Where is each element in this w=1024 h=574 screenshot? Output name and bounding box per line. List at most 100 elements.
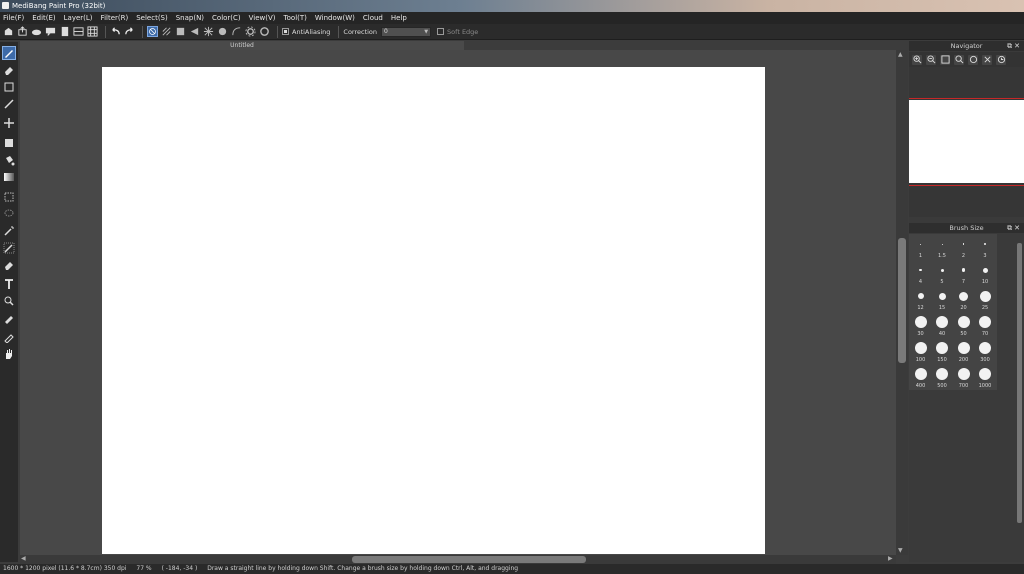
redo-icon[interactable] bbox=[124, 26, 135, 37]
hand-tool-icon[interactable] bbox=[2, 347, 16, 361]
canvas-vertical-scroll-thumb[interactable] bbox=[898, 238, 906, 363]
menu-edit[interactable]: Edit(E) bbox=[32, 14, 55, 22]
menu-help[interactable]: Help bbox=[391, 14, 407, 22]
magic-wand-tool-icon[interactable] bbox=[2, 224, 16, 238]
brush-size-cell[interactable]: 5 bbox=[932, 261, 953, 287]
dot-tool-icon[interactable] bbox=[2, 80, 16, 94]
brush-size-scroll-thumb[interactable] bbox=[1017, 243, 1022, 523]
brush-size-cell[interactable]: 12 bbox=[910, 287, 931, 313]
shape-fill-tool-icon[interactable] bbox=[2, 136, 16, 150]
brush-size-cell[interactable]: 300 bbox=[975, 339, 996, 365]
snap-cross-icon[interactable] bbox=[175, 26, 186, 37]
rotate-left-icon[interactable] bbox=[968, 54, 978, 65]
menu-view[interactable]: View(V) bbox=[249, 14, 276, 22]
brush-size-cell[interactable]: 7 bbox=[953, 261, 974, 287]
zoom-out-icon[interactable] bbox=[926, 54, 936, 65]
settings-gear-icon[interactable] bbox=[245, 26, 256, 37]
brush-size-cell[interactable]: 500 bbox=[932, 365, 953, 391]
brush-size-scrollbar[interactable] bbox=[1015, 233, 1024, 562]
brush-size-cell[interactable]: 30 bbox=[910, 313, 931, 339]
document-icon[interactable] bbox=[59, 26, 70, 37]
snap-off-icon[interactable] bbox=[147, 26, 158, 37]
brush-tool-icon[interactable] bbox=[2, 46, 16, 60]
scroll-right-icon[interactable]: ▶ bbox=[888, 555, 893, 562]
brush-size-cell[interactable]: 700 bbox=[953, 365, 974, 391]
soft-edge-checkbox[interactable] bbox=[437, 28, 445, 35]
brush-size-cell[interactable]: 25 bbox=[975, 287, 996, 313]
brush-size-cell[interactable]: 70 bbox=[975, 313, 996, 339]
soft-edge-label: Soft Edge bbox=[447, 27, 479, 36]
select-tool-icon[interactable] bbox=[2, 190, 16, 204]
fit-window-icon[interactable] bbox=[940, 54, 950, 65]
pen-tool-icon[interactable] bbox=[2, 330, 16, 344]
scroll-up-icon[interactable]: ▲ bbox=[898, 51, 903, 58]
menu-snap[interactable]: Snap(N) bbox=[176, 14, 204, 22]
antialiasing-checkbox[interactable] bbox=[282, 28, 289, 35]
brush-dot-icon bbox=[936, 342, 948, 354]
scroll-down-icon[interactable]: ▼ bbox=[898, 547, 903, 554]
scroll-left-icon[interactable]: ◀ bbox=[21, 555, 26, 562]
brush-size-cell[interactable]: 150 bbox=[932, 339, 953, 365]
move-tool-icon[interactable] bbox=[2, 116, 16, 130]
brush-size-cell[interactable]: 4 bbox=[910, 261, 931, 287]
snap-parallel-icon[interactable] bbox=[161, 26, 172, 37]
correction-select[interactable]: 0 ▼ bbox=[381, 26, 432, 37]
reset-view-icon[interactable] bbox=[982, 54, 992, 65]
brush-size-cell[interactable]: 50 bbox=[953, 313, 974, 339]
menu-color[interactable]: Color(C) bbox=[212, 14, 241, 22]
drawing-canvas[interactable] bbox=[102, 67, 765, 554]
menu-file[interactable]: File(F) bbox=[3, 14, 24, 22]
document-tab[interactable]: Untitled bbox=[20, 41, 464, 50]
brush-size-cell[interactable]: 100 bbox=[910, 339, 931, 365]
snap-vanish-icon[interactable] bbox=[189, 26, 200, 37]
home-icon[interactable] bbox=[3, 26, 14, 37]
grid-icon[interactable] bbox=[87, 26, 98, 37]
brush-size-cell[interactable]: 10 bbox=[975, 261, 996, 287]
snap-curve-icon[interactable] bbox=[231, 26, 242, 37]
brush-size-cell[interactable]: 1 bbox=[910, 235, 931, 261]
gradient-tool-icon[interactable] bbox=[2, 170, 16, 184]
snap-circle-icon[interactable] bbox=[217, 26, 228, 37]
menu-tool[interactable]: Tool(T) bbox=[284, 14, 307, 22]
select-pen-tool-icon[interactable] bbox=[2, 241, 16, 255]
brush-size-cell[interactable]: 2 bbox=[953, 235, 974, 261]
layers-icon[interactable] bbox=[73, 26, 84, 37]
upload-icon[interactable] bbox=[17, 26, 28, 37]
canvas-horizontal-scroll-thumb[interactable] bbox=[352, 556, 586, 563]
divide-tool-icon[interactable] bbox=[2, 294, 16, 308]
blur-tool-icon[interactable] bbox=[2, 97, 16, 111]
menu-window[interactable]: Window(W) bbox=[315, 14, 355, 22]
menu-select[interactable]: Select(S) bbox=[136, 14, 168, 22]
zoom-in-icon[interactable] bbox=[912, 54, 922, 65]
panel-float-close-icon[interactable]: ⧉✕ bbox=[1007, 223, 1022, 233]
select-eraser-tool-icon[interactable] bbox=[2, 258, 16, 272]
eraser-tool-icon[interactable] bbox=[2, 63, 16, 77]
chat-icon[interactable] bbox=[45, 26, 56, 37]
panel-float-close-icon[interactable]: ⧉✕ bbox=[1007, 41, 1022, 51]
menu-layer[interactable]: Layer(L) bbox=[64, 14, 93, 22]
navigator-preview[interactable] bbox=[909, 67, 1024, 217]
brush-size-cell[interactable]: 200 bbox=[953, 339, 974, 365]
canvas-vertical-scrollbar[interactable]: ▲ ▼ bbox=[896, 50, 908, 555]
menu-filter[interactable]: Filter(R) bbox=[101, 14, 129, 22]
brush-size-cell[interactable]: 15 bbox=[932, 287, 953, 313]
brush-dot-icon bbox=[961, 268, 966, 272]
cloud-icon[interactable] bbox=[31, 26, 42, 37]
rotate-right-icon[interactable] bbox=[996, 54, 1006, 65]
brush-size-cell[interactable]: 40 bbox=[932, 313, 953, 339]
snap-settings-icon[interactable] bbox=[259, 26, 270, 37]
actual-size-icon[interactable] bbox=[954, 54, 964, 65]
brush-size-cell[interactable]: 1.5 bbox=[932, 235, 953, 261]
brush-size-cell[interactable]: 400 bbox=[910, 365, 931, 391]
canvas-horizontal-scrollbar[interactable]: ◀ ▶ bbox=[20, 555, 896, 564]
brush-size-cell[interactable]: 3 bbox=[975, 235, 996, 261]
undo-icon[interactable] bbox=[110, 26, 121, 37]
text-tool-icon[interactable] bbox=[2, 277, 16, 291]
brush-size-cell[interactable]: 20 bbox=[953, 287, 974, 313]
menu-cloud[interactable]: Cloud bbox=[363, 14, 383, 22]
snap-radial-icon[interactable] bbox=[203, 26, 214, 37]
eyedropper-tool-icon[interactable] bbox=[2, 311, 16, 325]
brush-size-cell[interactable]: 1000 bbox=[975, 365, 996, 391]
bucket-tool-icon[interactable] bbox=[2, 153, 16, 167]
lasso-tool-icon[interactable] bbox=[2, 207, 16, 221]
